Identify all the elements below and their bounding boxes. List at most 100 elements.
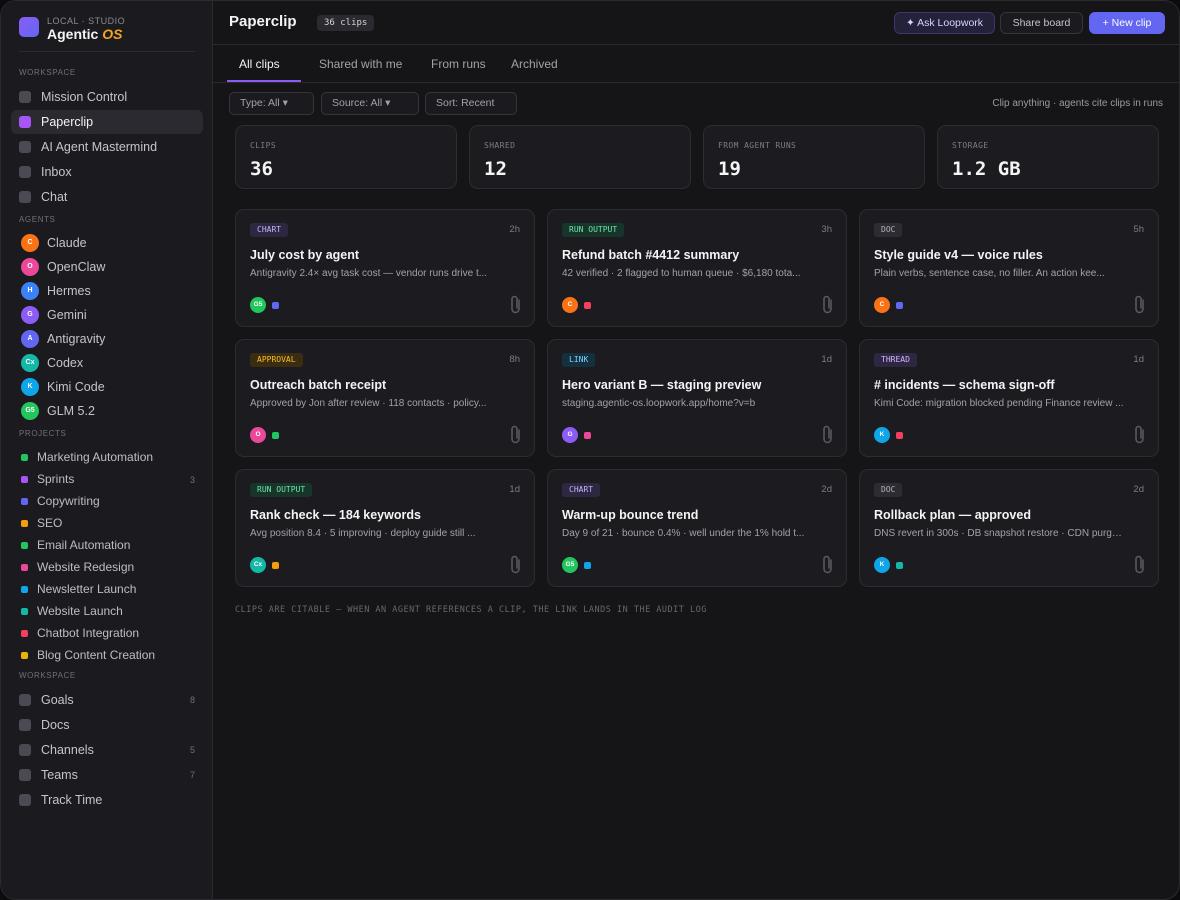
brand-title-accent: OS — [102, 26, 123, 42]
clip-description: 42 verified · 2 flagged to human queue ·… — [562, 268, 801, 279]
project-color-dot — [21, 630, 28, 637]
sidebar-agent-hermes[interactable]: H Hermes — [11, 280, 203, 302]
sidebar-project-email-automation[interactable]: Email Automation — [11, 535, 203, 555]
stat-label: STORAGE — [952, 141, 989, 150]
clip-agent-avatar: G5 — [562, 557, 578, 573]
project-color-dot — [21, 498, 28, 505]
chat-icon — [19, 191, 31, 203]
paperclip-icon[interactable] — [1132, 424, 1148, 446]
clip-title: Hero variant B — staging preview — [562, 378, 762, 392]
clip-card[interactable]: RUN OUTPUT 1d Rank check — 184 keywords Avg… — [235, 469, 535, 587]
clip-description: Kimi Code: migration blocked pending Fin… — [874, 398, 1124, 409]
ask-loopwork-button[interactable]: ✦ Ask Loopwork — [894, 12, 995, 34]
clip-title: Refund batch #4412 summary — [562, 248, 740, 262]
track-time-icon — [19, 794, 31, 806]
sidebar-item-ai-agent-mastermind[interactable]: AI Agent Mastermind — [11, 135, 203, 159]
stat-card-clips: CLIPS 36 — [235, 125, 457, 189]
clip-age: 3h — [821, 224, 832, 235]
sidebar-project-sprints[interactable]: Sprints 3 — [11, 469, 203, 489]
clip-agent-avatar: O — [250, 427, 266, 443]
clip-card[interactable]: RUN OUTPUT 3h Refund batch #4412 summary 42… — [547, 209, 847, 327]
type-filter-select[interactable]: Type: All ▾ — [229, 92, 314, 115]
paperclip-icon[interactable] — [820, 294, 836, 316]
clip-card[interactable]: THREAD 1d # incidents — schema sign-off Kim… — [859, 339, 1159, 457]
clip-title: July cost by agent — [250, 248, 360, 262]
tab-all-clips[interactable]: All clips — [239, 57, 280, 71]
clip-agent-avatar: G5 — [250, 297, 266, 313]
sidebar-item-paperclip[interactable]: Paperclip — [11, 110, 203, 134]
clip-description: Avg position 8.4 · 5 improving · deploy … — [250, 528, 476, 539]
agent-label: Gemini — [47, 308, 87, 322]
paperclip-icon[interactable] — [820, 554, 836, 576]
clip-card[interactable]: CHART 2h July cost by agent Antigravity 2.4… — [235, 209, 535, 327]
clip-agent-avatar: G — [562, 427, 578, 443]
sidebar-item-docs[interactable]: Docs — [11, 713, 203, 737]
sidebar-agent-codex[interactable]: Cx Codex — [11, 352, 203, 374]
new-clip-button[interactable]: + New clip — [1089, 12, 1165, 34]
clip-age: 2h — [509, 224, 520, 235]
clip-type-tag: DOC — [874, 223, 903, 237]
agent-avatar: Cx — [21, 354, 39, 372]
sidebar-item-track-time[interactable]: Track Time — [11, 788, 203, 812]
paperclip-icon[interactable] — [508, 294, 524, 316]
clip-card[interactable]: APPROVAL 8h Outreach batch receipt Approved… — [235, 339, 535, 457]
paperclip-icon[interactable] — [508, 424, 524, 446]
source-filter-select[interactable]: Source: All ▾ — [321, 92, 419, 115]
clip-project-dot — [272, 432, 279, 439]
clip-title: Warm-up bounce trend — [562, 508, 699, 522]
paperclip-icon[interactable] — [508, 554, 524, 576]
sidebar-item-goals[interactable]: Goals 8 — [11, 688, 203, 712]
sidebar-project-marketing-automation[interactable]: Marketing Automation — [11, 447, 203, 467]
paperclip-icon[interactable] — [1132, 294, 1148, 316]
clip-card[interactable]: CHART 2d Warm-up bounce trend Day 9 of 21 ·… — [547, 469, 847, 587]
project-color-dot — [21, 564, 28, 571]
tab-archived[interactable]: Archived — [511, 57, 558, 71]
sidebar-item-chat[interactable]: Chat — [11, 185, 203, 209]
paperclip-icon[interactable] — [820, 424, 836, 446]
goals-icon — [19, 694, 31, 706]
clip-project-dot — [272, 562, 279, 569]
tab-bar: All clips Shared with me From runs Archi… — [213, 45, 1179, 83]
clip-card[interactable]: DOC 5h Style guide v4 — voice rules Plain v… — [859, 209, 1159, 327]
project-label: Chatbot Integration — [37, 626, 140, 640]
stat-value: 36 — [250, 158, 273, 180]
sidebar-project-chatbot-integration[interactable]: Chatbot Integration — [11, 623, 203, 643]
tab-from-runs[interactable]: From runs — [431, 57, 486, 71]
page-title: Paperclip — [229, 13, 297, 30]
sidebar-project-seo[interactable]: SEO — [11, 513, 203, 533]
tab-shared-with-me[interactable]: Shared with me — [319, 57, 402, 71]
sidebar-agent-kimi-code[interactable]: K Kimi Code — [11, 376, 203, 398]
sidebar-agent-claude[interactable]: C Claude — [11, 232, 203, 254]
paperclip-icon[interactable] — [1132, 554, 1148, 576]
brand-subtitle: LOCAL · STUDIO — [47, 16, 126, 26]
sidebar-project-blog-content-creation[interactable]: Blog Content Creation — [11, 645, 203, 665]
sidebar-agent-antigravity[interactable]: A Antigravity — [11, 328, 203, 350]
sidebar-item-mission-control[interactable]: Mission Control — [11, 85, 203, 109]
clip-card[interactable]: DOC 2d Rollback plan — approved DNS revert … — [859, 469, 1159, 587]
sidebar-project-copywriting[interactable]: Copywriting — [11, 491, 203, 511]
project-count: 3 — [189, 475, 195, 485]
project-color-dot — [21, 608, 28, 615]
agent-label: GLM 5.2 — [47, 404, 95, 418]
sort-select[interactable]: Sort: Recent — [425, 92, 517, 115]
sidebar-project-newsletter-launch[interactable]: Newsletter Launch — [11, 579, 203, 599]
sidebar-agent-glm-5-2[interactable]: G5 GLM 5.2 — [11, 400, 203, 422]
project-color-dot — [21, 542, 28, 549]
paperclip-nav-icon — [19, 116, 31, 128]
sidebar-item-teams[interactable]: Teams 7 — [11, 763, 203, 787]
agent-label: OpenClaw — [47, 260, 106, 274]
clip-description: DNS revert in 300s · DB snapshot restore… — [874, 528, 1124, 539]
clip-description: Day 9 of 21 · bounce 0.4% · well under t… — [562, 528, 805, 539]
sidebar-project-website-launch[interactable]: Website Launch — [11, 601, 203, 621]
sidebar-project-website-redesign[interactable]: Website Redesign — [11, 557, 203, 577]
share-board-button[interactable]: Share board — [1000, 12, 1083, 34]
sidebar-agent-gemini[interactable]: G Gemini — [11, 304, 203, 326]
brand[interactable]: LOCAL · STUDIO Agentic OS — [19, 16, 195, 52]
clip-card[interactable]: LINK 1d Hero variant B — staging preview st… — [547, 339, 847, 457]
clip-project-dot — [584, 302, 591, 309]
project-label: Copywriting — [37, 494, 100, 508]
sidebar-agent-openclaw[interactable]: O OpenClaw — [11, 256, 203, 278]
stat-value: 12 — [484, 158, 507, 180]
sidebar-item-channels[interactable]: Channels 5 — [11, 738, 203, 762]
sidebar-item-inbox[interactable]: Inbox — [11, 160, 203, 184]
